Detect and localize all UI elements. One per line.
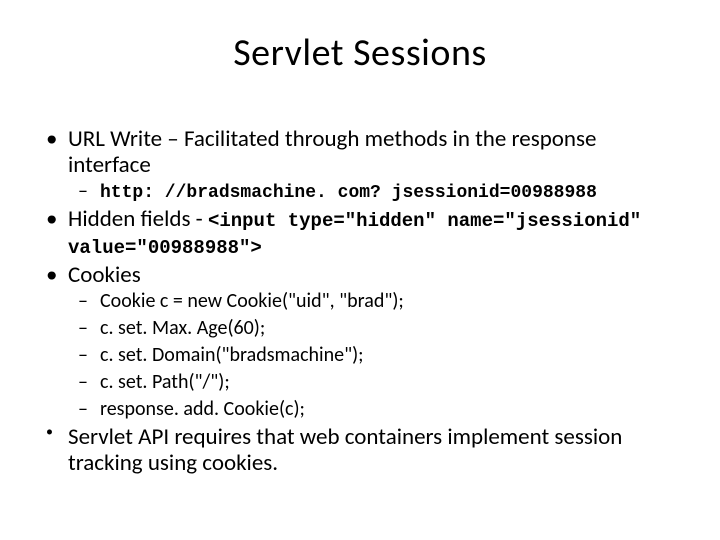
bullet-url-write: URL Write – Facilitated through methods …: [68, 126, 680, 204]
bullet-note: Servlet API requires that web containers…: [68, 424, 680, 477]
cookie-line-1: Cookie c = new Cookie("uid", "brad");: [100, 289, 680, 314]
bullet-cookies: Cookies Cookie c = new Cookie("uid", "br…: [68, 262, 680, 421]
hidden-fields-sep: -: [190, 205, 207, 233]
cookie-line-2: c. set. Max. Age(60);: [100, 316, 680, 341]
slide-title: Servlet Sessions: [40, 30, 680, 76]
slide: Servlet Sessions URL Write – Facilitated…: [0, 0, 720, 540]
cookie-line-5: response. add. Cookie(c);: [100, 397, 680, 422]
bullet-list: URL Write – Facilitated through methods …: [40, 126, 680, 476]
hidden-fields-label: Hidden fields: [68, 205, 190, 233]
url-write-code: http: //bradsmachine. com? jsessionid=00…: [100, 183, 597, 203]
cookies-sub: Cookie c = new Cookie("uid", "brad"); c.…: [68, 289, 680, 422]
cookies-label: Cookies: [68, 261, 141, 289]
note-text: Servlet API requires that web containers…: [68, 423, 622, 477]
cookie-line-4: c. set. Path("/");: [100, 370, 680, 395]
bullet-url-write-text: URL Write – Facilitated through methods …: [68, 125, 596, 179]
cookie-line-3: c. set. Domain("bradsmachine");: [100, 343, 680, 368]
bullet-url-write-sub: http: //bradsmachine. com? jsessionid=00…: [68, 179, 680, 205]
bullet-hidden-fields: Hidden fields - <input type="hidden" nam…: [68, 206, 680, 260]
bullet-url-write-example: http: //bradsmachine. com? jsessionid=00…: [100, 179, 680, 205]
